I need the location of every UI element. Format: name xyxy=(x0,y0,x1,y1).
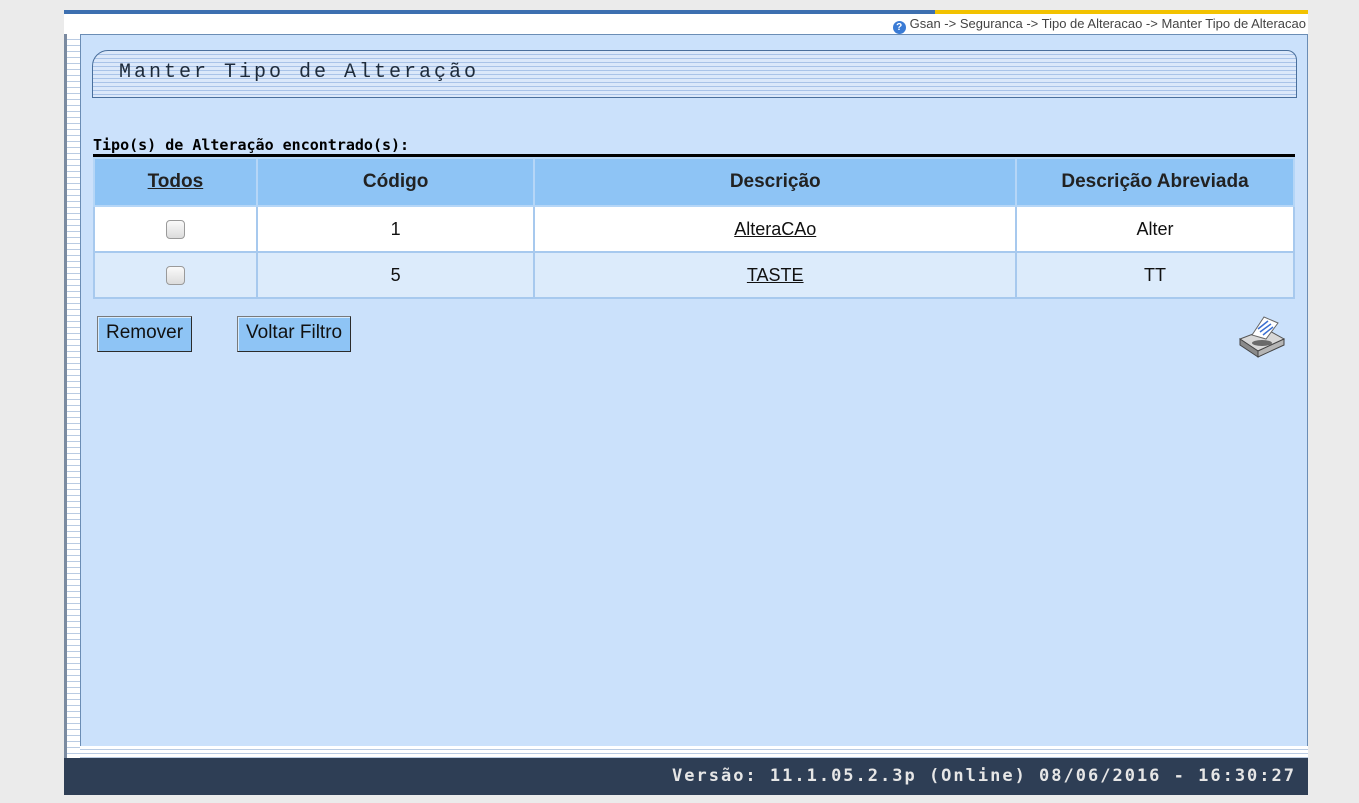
table-header-row: Todos Código Descrição Descrição Abrevia… xyxy=(93,157,1295,207)
descricao-cell: TASTE xyxy=(533,251,1018,299)
header-todos[interactable]: Todos xyxy=(93,157,258,207)
voltar-filtro-button[interactable]: Voltar Filtro xyxy=(237,316,352,352)
row-checkbox[interactable] xyxy=(165,220,185,240)
abreviada-cell: Alter xyxy=(1015,205,1295,253)
header-codigo: Código xyxy=(255,157,536,207)
remover-button[interactable]: Remover xyxy=(97,316,193,352)
table-row: 5 TASTE TT xyxy=(93,251,1295,299)
results-section-label: Tipo(s) de Alteração encontrado(s): xyxy=(93,136,410,154)
row-select-cell xyxy=(93,251,258,299)
results-table: Todos Código Descrição Descrição Abrevia… xyxy=(93,157,1295,299)
row-checkbox[interactable] xyxy=(165,266,185,286)
printer-icon[interactable] xyxy=(1236,313,1288,359)
header-descricao: Descrição xyxy=(533,157,1018,207)
header-descricao-abreviada: Descrição Abreviada xyxy=(1015,157,1295,207)
descricao-link[interactable]: TASTE xyxy=(747,265,804,285)
codigo-cell: 1 xyxy=(255,205,536,253)
footer-bar: Versão: 11.1.05.2.3p (Online) 08/06/2016… xyxy=(64,758,1308,795)
breadcrumb-text: Gsan -> Seguranca -> Tipo de Alteracao -… xyxy=(909,16,1306,31)
codigo-cell: 5 xyxy=(255,251,536,299)
table-row: 1 AlteraCAo Alter xyxy=(93,205,1295,253)
abreviada-cell: TT xyxy=(1015,251,1295,299)
page-title: Manter Tipo de Alteração xyxy=(119,61,480,84)
bottom-divider xyxy=(80,746,1308,758)
version-text: Versão: 11.1.05.2.3p (Online) 08/06/2016… xyxy=(672,766,1296,786)
descricao-link[interactable]: AlteraCAo xyxy=(734,219,816,239)
descricao-cell: AlteraCAo xyxy=(533,205,1018,253)
select-all-link[interactable]: Todos xyxy=(148,171,204,192)
help-circle-icon[interactable]: ? xyxy=(892,21,906,34)
top-accent-bar xyxy=(64,10,1308,14)
row-select-cell xyxy=(93,205,258,253)
app-frame: ? Gsan -> Seguranca -> Tipo de Alteracao … xyxy=(64,10,1308,795)
main-panel: Manter Tipo de Alteração Tipo(s) de Alte… xyxy=(80,34,1308,748)
page-title-box: Manter Tipo de Alteração xyxy=(92,50,1297,98)
breadcrumb: ? Gsan -> Seguranca -> Tipo de Alteracao … xyxy=(892,16,1306,34)
